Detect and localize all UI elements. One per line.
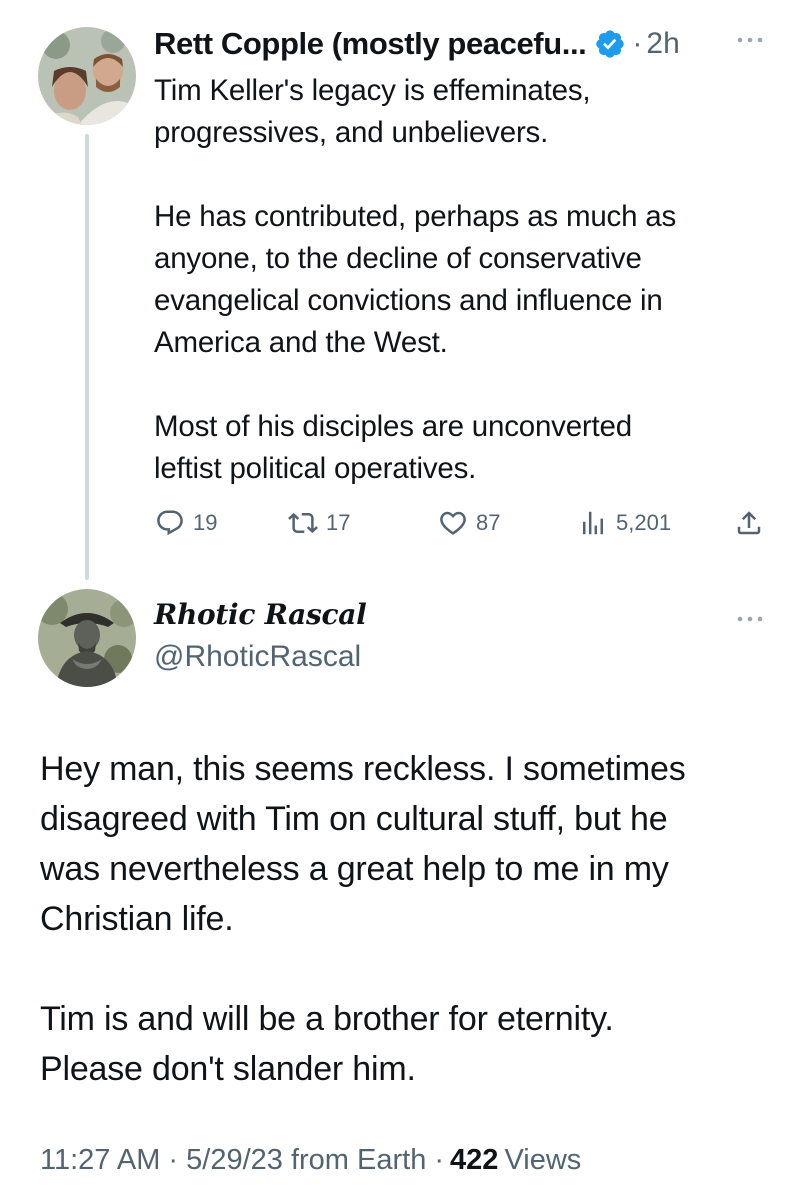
more-dots-icon[interactable] (733, 28, 767, 52)
share-icon (737, 511, 761, 535)
retweet-icon (288, 512, 318, 534)
reply-tweet-text: Hey man, this seems reckless. I sometime… (40, 750, 686, 1088)
reply-author-name[interactable]: Rhotic Rascal (154, 598, 367, 631)
heart-icon (440, 511, 466, 535)
like-count: 87 (476, 510, 501, 535)
reply-author-handle[interactable]: @RhoticRascal (154, 640, 361, 674)
reply-views-count: 422 (450, 1143, 499, 1176)
verified-badge-icon (596, 30, 625, 58)
more-dots-icon[interactable] (733, 607, 767, 631)
header-separator: · (632, 27, 643, 60)
reply-views-label: Views (504, 1143, 582, 1176)
views-bar-chart-icon (583, 511, 603, 535)
views-button[interactable]: 5,201 (578, 503, 671, 543)
share-button[interactable] (734, 503, 772, 543)
avatar-rhotic-rascal[interactable] (38, 589, 136, 687)
parent-tweet-text: Tim Keller's legacy is effeminates, prog… (154, 74, 677, 485)
avatar-rett-copple[interactable] (38, 27, 136, 125)
tweet-time-date-source[interactable]: 11:27 AM · 5/29/23 from Earth · (40, 1144, 444, 1177)
author-display-name[interactable]: Rett Copple (mostly peacefu... (154, 26, 587, 62)
like-button[interactable]: 87 (438, 503, 500, 543)
reply-count: 19 (193, 510, 218, 535)
retweet-count: 17 (326, 510, 351, 535)
retweet-button[interactable]: 17 (288, 503, 350, 543)
parent-tweet-header: Rett Copple (mostly peacefu... · 2h (154, 22, 774, 66)
parent-tweet-actions: 19 17 87 5,201 (150, 503, 770, 543)
reply-button[interactable]: 19 (155, 503, 217, 543)
tweet-timestamp[interactable]: 2h (646, 27, 679, 61)
reply-icon (157, 510, 183, 536)
thread-connector-line (85, 134, 89, 580)
views-count: 5,201 (616, 510, 672, 535)
reply-tweet-meta: 11:27 AM · 5/29/23 from Earth · 422 View… (40, 1140, 581, 1180)
